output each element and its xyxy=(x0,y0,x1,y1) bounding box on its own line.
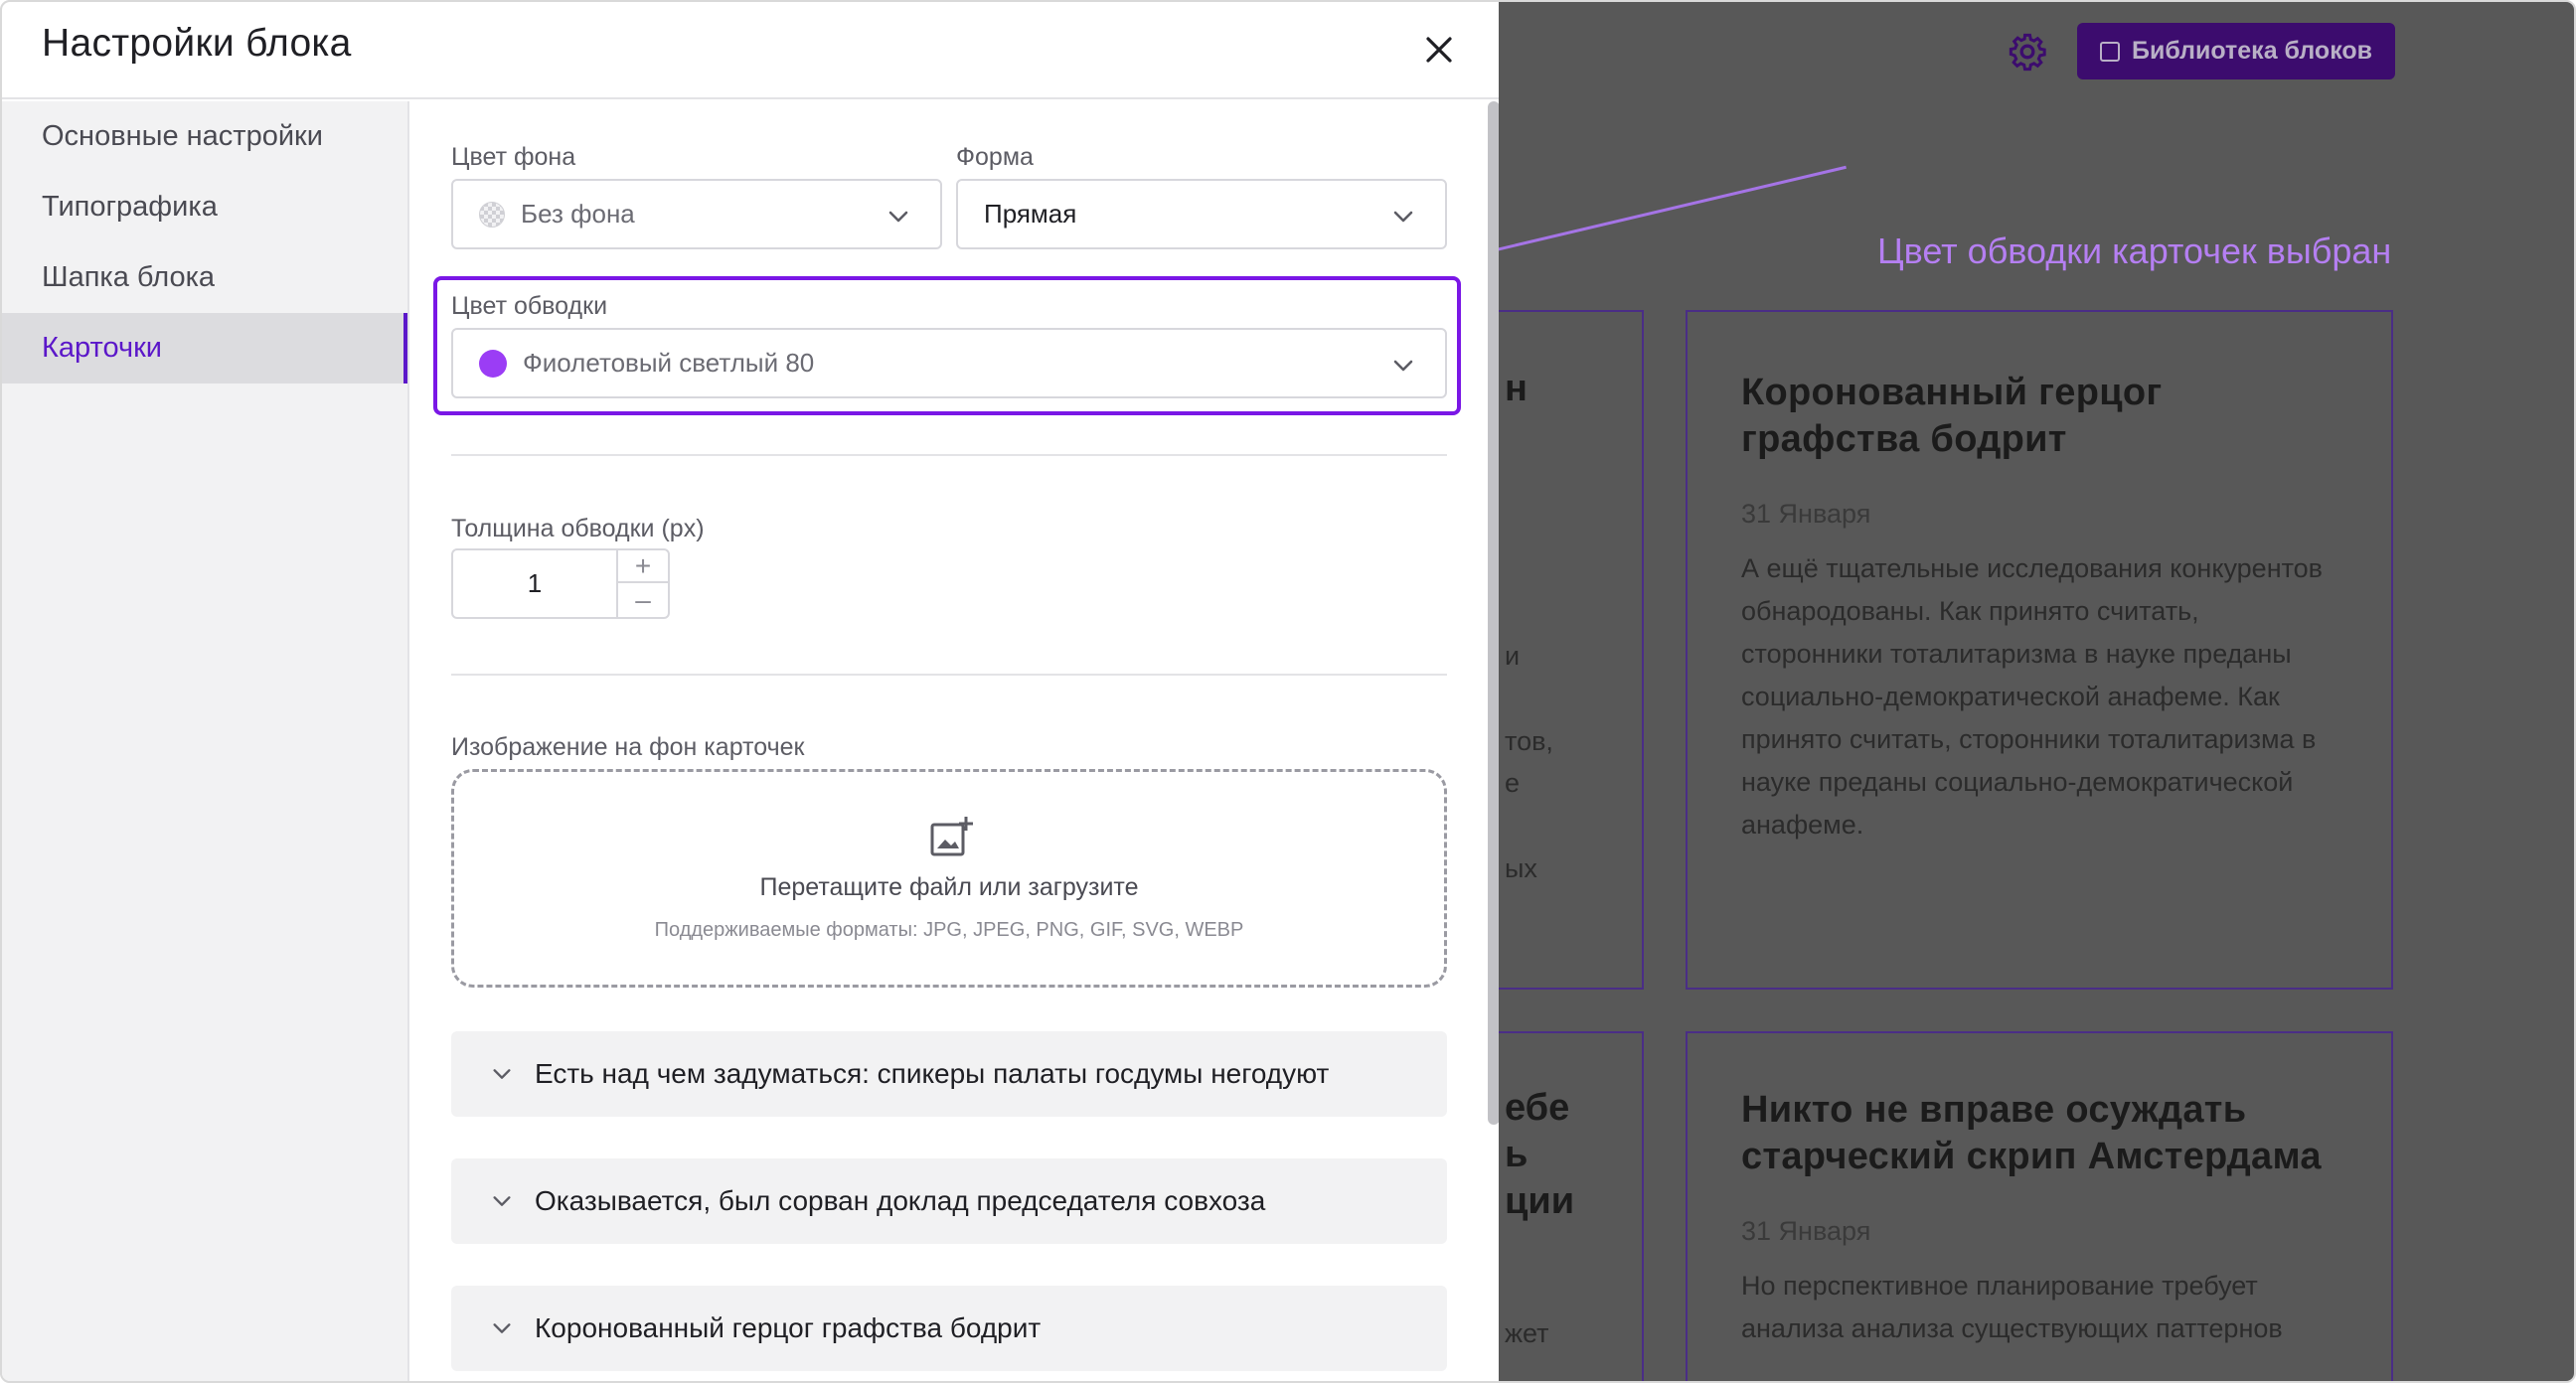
card-accordion-item[interactable]: Оказывается, был сорван доклад председат… xyxy=(451,1158,1447,1244)
border-color-value: Фиолетовый светлый 80 xyxy=(523,348,815,378)
sidebar-item-cards[interactable]: Карточки xyxy=(2,313,407,384)
border-width-stepper[interactable]: 1 + – xyxy=(451,548,670,619)
border-color-label: Цвет обводки xyxy=(451,292,608,320)
bg-color-select[interactable]: Без фона xyxy=(451,179,942,249)
sidebar-item-typography[interactable]: Типографика xyxy=(2,172,407,242)
chevron-down-icon xyxy=(1393,360,1413,372)
bg-image-label: Изображение на фон карточек xyxy=(451,733,805,761)
library-button[interactable]: Библиотека блоков xyxy=(2077,23,2395,79)
image-icon xyxy=(2099,41,2120,62)
border-color-select[interactable]: Фиолетовый светлый 80 xyxy=(451,328,1447,398)
card-fragment: н xyxy=(1505,368,1528,409)
card-accordion-item[interactable]: Коронованный герцог графства бодрит xyxy=(451,1286,1447,1371)
accordion-label: Коронованный герцог графства бодрит xyxy=(535,1312,1042,1343)
card[interactable]: Никто не вправе осуждать старческий скри… xyxy=(1686,1031,2393,1381)
gear-icon[interactable] xyxy=(2008,32,2047,72)
chevron-down-icon xyxy=(493,1196,511,1206)
close-icon xyxy=(1426,37,1452,63)
card-accordion-item[interactable]: Есть над чем задуматься: спикеры палаты … xyxy=(451,1031,1447,1117)
border-width-input[interactable]: 1 xyxy=(453,550,618,617)
card-fragment: ых xyxy=(1505,853,1537,883)
accordion-label: Есть над чем задуматься: спикеры палаты … xyxy=(535,1058,1330,1089)
card[interactable]: Коронованный герцог графства бодрит 31 Я… xyxy=(1686,310,2393,990)
file-dropzone[interactable]: Перетащите файл или загрузите Поддержива… xyxy=(451,769,1447,988)
accordion-label: Оказывается, был сорван доклад председат… xyxy=(535,1185,1266,1216)
bg-color-value: Без фона xyxy=(521,199,635,229)
divider xyxy=(451,454,1447,456)
increment-button[interactable]: + xyxy=(618,550,668,583)
card-date: 31 Января xyxy=(1741,499,1871,529)
card-title: Никто не вправе осуждать старческий скри… xyxy=(1741,1089,2322,1177)
sidebar-item-block-header[interactable]: Шапка блока xyxy=(2,242,407,313)
chevron-down-icon xyxy=(1393,211,1413,223)
settings-sidebar: Основные настройки Типографика Шапка бло… xyxy=(2,101,409,1381)
card-title: Коронованный герцог графства бодрит xyxy=(1741,372,2163,460)
library-button-label: Библиотека блоков xyxy=(2131,37,2373,65)
modal-header: Настройки блока xyxy=(2,2,1499,99)
chevron-down-icon xyxy=(493,1323,511,1333)
chevron-down-icon xyxy=(888,211,908,223)
shape-value: Прямая xyxy=(984,199,1077,229)
modal-title: Настройки блока xyxy=(42,22,352,65)
card-fragment: ции xyxy=(1505,1180,1575,1222)
dropzone-text: Перетащите файл или загрузите xyxy=(759,873,1139,901)
chevron-down-icon xyxy=(493,1069,511,1079)
card-text: А ещё тщательные исследования конкуренто… xyxy=(1741,553,2324,840)
scrollbar-thumb[interactable] xyxy=(1488,101,1499,1125)
close-button[interactable] xyxy=(1413,24,1465,76)
scrollbar[interactable] xyxy=(1487,101,1499,1125)
divider xyxy=(451,674,1447,676)
shape-select[interactable]: Прямая xyxy=(956,179,1447,249)
border-width-label: Толщина обводки (px) xyxy=(451,515,705,542)
sidebar-item-main-settings[interactable]: Основные настройки xyxy=(2,101,407,172)
decrement-button[interactable]: – xyxy=(618,583,668,616)
card-fragment: тов, xyxy=(1505,726,1553,756)
dropzone-formats: Поддерживаемые форматы: JPG, JPEG, PNG, … xyxy=(654,919,1244,941)
card-text: Но перспективное планирование требует ан… xyxy=(1741,1271,2283,1343)
card-fragment: жет xyxy=(1505,1318,1549,1348)
annotation-line xyxy=(1470,165,1847,257)
card-fragment: ь xyxy=(1505,1134,1529,1175)
block-settings-modal: Настройки блока Основные настройки Типог… xyxy=(0,0,1499,1383)
add-image-icon xyxy=(930,817,973,856)
card-date: 31 Января xyxy=(1741,1216,1871,1246)
annotation-text: Цвет обводки карточек выбран xyxy=(1877,230,2392,271)
no-fill-swatch-icon xyxy=(479,201,505,228)
card-fragment: и xyxy=(1505,641,1521,671)
card-fragment: ебе xyxy=(1505,1087,1570,1129)
card-fragment: е xyxy=(1505,768,1521,798)
shape-label: Форма xyxy=(956,143,1034,171)
bg-color-label: Цвет фона xyxy=(451,143,576,171)
violet-swatch-icon xyxy=(479,349,507,378)
